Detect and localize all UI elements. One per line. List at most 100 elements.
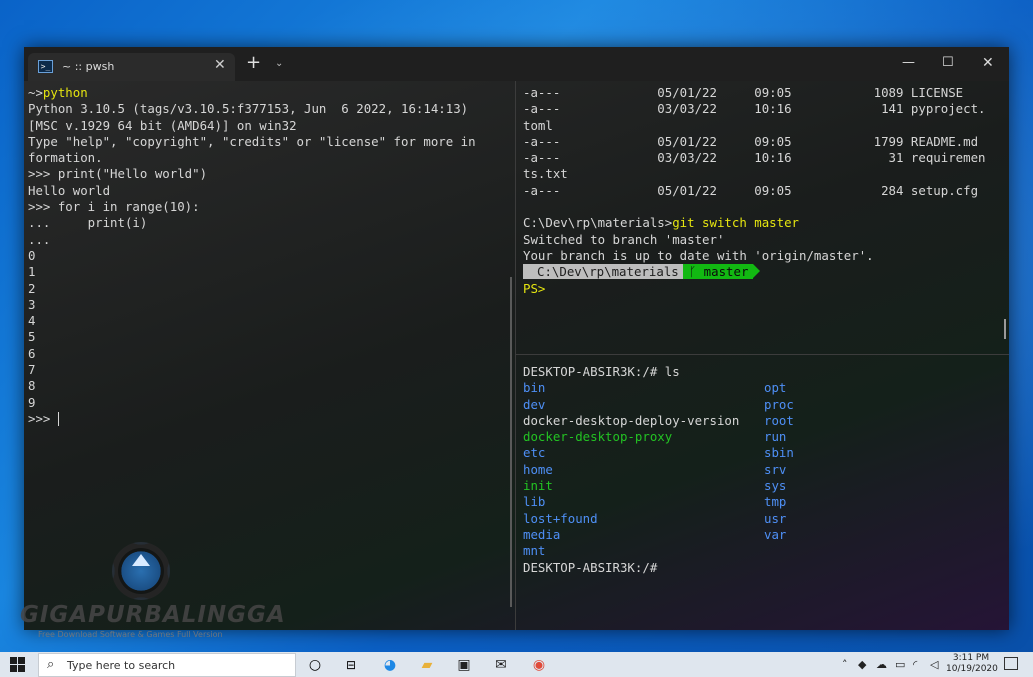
taskbar: ⌕ Type here to search ○ ⊟ ◕ ▰ ▣ ✉ ◉ ˄ ◆ … (0, 652, 1033, 677)
ls-entry: srv (764, 461, 787, 477)
terminal-line: ~>python (28, 85, 510, 101)
maximize-button[interactable]: ☐ (942, 55, 954, 70)
ls-entry: tmp (764, 494, 787, 510)
dropbox-icon[interactable]: ◆ (858, 658, 866, 671)
ls-entry: etc (523, 445, 546, 461)
battery-icon[interactable]: ▭ (895, 658, 905, 671)
windows-start-icon[interactable] (10, 657, 26, 673)
show-hidden-icons-icon[interactable]: ˄ (842, 658, 848, 671)
ls-entry: run (764, 429, 787, 445)
terminal-line: 9 (28, 394, 36, 410)
branch-icon: ᚴ (688, 264, 704, 280)
text-cursor (57, 412, 59, 427)
file-listing-row: -a--- 05/01/22 09:05 284 setup.cfg (523, 182, 979, 198)
ls-entry: docker-desktop-proxy (523, 429, 673, 445)
tab-title: ~ :: pwsh (62, 60, 115, 73)
task-view-icon[interactable]: ⊟ (342, 656, 360, 674)
file-listing-row: -a--- 05/01/22 09:05 1089 LICENSE (523, 85, 964, 100)
linux-prompt: DESKTOP-ABSIR3K:/# (523, 559, 658, 575)
title-bar[interactable]: >_ ~ :: pwsh ✕ + ⌄ — ☐ ✕ (24, 47, 1009, 81)
terminal-line: 2 (28, 280, 36, 296)
terminal-line: 6 (28, 345, 36, 361)
terminal-line: 4 (28, 313, 36, 329)
terminal-line: 1 (28, 264, 36, 280)
notification-icon[interactable] (1004, 657, 1018, 670)
prompt-path-segment: C:\Dev\rp\materials (523, 264, 683, 280)
pane-divider-vertical[interactable] (515, 81, 516, 630)
edge-icon[interactable]: ◕ (381, 656, 399, 674)
watermark-emblem (112, 542, 170, 600)
chrome-icon[interactable]: ◉ (530, 656, 548, 674)
cortana-icon[interactable]: ○ (306, 656, 324, 674)
terminal-line: >>> print("Hello world") (28, 166, 208, 182)
segment-separator (753, 264, 761, 279)
terminal-line: Hello world (28, 182, 111, 198)
taskbar-search-box[interactable]: ⌕ Type here to search (38, 653, 296, 677)
terminal-line: ... print(i) (28, 215, 148, 231)
upload-arrow-icon (132, 554, 150, 566)
terminal-line: 0 (28, 247, 36, 263)
clock-date: 10/19/2020 (946, 664, 998, 674)
clock-time: 3:11 PM (952, 653, 990, 663)
ls-command-line: DESKTOP-ABSIR3K:/# ls (523, 364, 680, 379)
store-icon[interactable]: ▣ (455, 656, 473, 674)
tab-close-icon[interactable]: ✕ (214, 57, 226, 73)
ls-entry: var (764, 526, 787, 542)
ls-entry: media (523, 526, 561, 542)
file-listing-row: -a--- 03/03/22 10:16 141 pyproject. (523, 101, 986, 117)
onedrive-icon[interactable]: ☁ (876, 658, 887, 671)
new-tab-button[interactable]: + (246, 54, 261, 72)
ls-entry: init (523, 478, 553, 494)
terminal-line: 7 (28, 362, 36, 378)
git-branch-segment: ᚴ master (682, 264, 754, 280)
terminal-line: ... (28, 231, 51, 247)
prompt-text: >>> (28, 410, 58, 426)
powershell-pane[interactable]: -a--- 05/01/22 09:05 1089 LICENSE -a--- 0… (523, 85, 1005, 355)
file-listing-row: ts.txt (523, 166, 568, 182)
terminal-line: 3 (28, 296, 36, 312)
branch-name: master (703, 264, 749, 280)
ls-entry: docker-desktop-deploy-version (523, 412, 740, 428)
output-line: Your branch is up to date with 'origin/m… (523, 247, 874, 263)
close-window-button[interactable]: ✕ (982, 55, 994, 71)
ls-entry: root (764, 412, 794, 428)
powerline-prompt: C:\Dev\rp\materials ᚴ master (523, 264, 1005, 280)
linux-pane[interactable]: DESKTOP-ABSIR3K:/# ls bin dev docker-deskto… (523, 364, 1005, 626)
prompt-arrow: ~> (28, 85, 43, 100)
right-scrollbar[interactable] (1004, 319, 1006, 339)
terminal-line: 5 (28, 329, 36, 345)
file-explorer-icon[interactable]: ▰ (418, 656, 436, 674)
ps-prompt: PS> (523, 280, 546, 296)
tab-pwsh[interactable]: >_ ~ :: pwsh ✕ (28, 53, 235, 81)
ls-entry: bin (523, 380, 546, 396)
prompt-path: C:\Dev\rp\materials> (523, 215, 673, 231)
terminal-line: [MSC v.1929 64 bit (AMD64)] on win32 (28, 117, 297, 133)
ls-entry: sys (764, 478, 787, 494)
watermark-title: GIGAPURBALINGGA (20, 602, 286, 628)
watermark-logo: GIGAPURBALINGGA Free Download Software &… (20, 540, 300, 640)
git-command-line: C:\Dev\rp\materials>git switch master (523, 215, 1005, 231)
ls-entry: sbin (764, 445, 794, 461)
ls-output: bin dev docker-desktop-deploy-version docke… (523, 380, 1005, 559)
left-scrollbar[interactable] (510, 277, 512, 607)
minimize-button[interactable]: — (902, 55, 915, 70)
ls-entry: usr (764, 510, 787, 526)
taskbar-clock[interactable]: 3:11 PM 10/19/2020 (946, 653, 998, 675)
pane-divider-horizontal[interactable] (516, 354, 1009, 355)
terminal-line: >>> for i in range(10): (28, 199, 200, 215)
powershell-icon: >_ (38, 60, 53, 73)
tab-dropdown-icon[interactable]: ⌄ (275, 58, 283, 69)
terminal-line: 8 (28, 378, 36, 394)
search-placeholder: Type here to search (67, 659, 176, 672)
wifi-icon[interactable]: ◜ (913, 658, 917, 671)
volume-icon[interactable]: ◁ (930, 658, 938, 671)
ls-entry: proc (764, 396, 794, 412)
terminal-line: Type "help", "copyright", "credits" or "… (28, 133, 476, 149)
python-prompt: >>> (28, 411, 510, 427)
file-listing-row: toml (523, 117, 553, 133)
command-text: python (42, 85, 88, 100)
mail-icon[interactable]: ✉ (492, 656, 510, 674)
search-icon: ⌕ (47, 657, 55, 672)
terminal-line: Python 3.10.5 (tags/v3.10.5:f377153, Jun… (28, 101, 469, 117)
